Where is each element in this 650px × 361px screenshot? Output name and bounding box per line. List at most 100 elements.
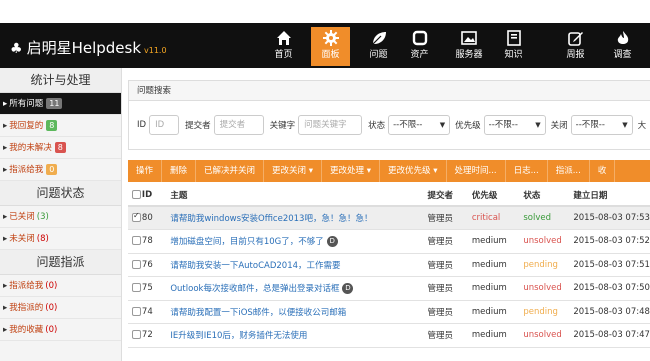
count-badge: 8 [46,120,58,131]
caret-right-icon: ▸ [3,99,8,109]
col-date[interactable]: 建立日期 [573,184,650,207]
sidebar-item-assign-0[interactable]: ▸ 指派给我 (0) [0,275,121,297]
cell-subject: IE升级到IE10后，财务插件无法使用 [170,323,428,348]
nav-label: 问题 [369,50,388,60]
sidebar-item-label: 指派给我 [9,165,44,175]
cell-subject: 请帮助我windows安装Office2013吧，急！急！急！ [170,206,428,230]
toolbar-button-1[interactable]: 删除 [162,160,197,182]
fire-icon [603,30,642,50]
cell-id: 78 [141,229,171,254]
cell-status: unsolved [523,276,574,301]
table-row[interactable]: 74 请帮助我配置一下iOS邮件，以便接收公司邮箱 管理员 medium pending… [128,300,650,324]
toolbar-button-9[interactable]: 收 [590,160,616,182]
closed-select[interactable]: --不限-- ▼ [570,115,633,135]
nav-7[interactable]: 调查 [603,27,642,66]
col-submitter[interactable]: 提交者 [427,184,472,207]
sidebar-item-stats-2[interactable]: ▸ 我的未解决 8 [0,137,121,159]
nav-4[interactable]: 服务器 [446,27,492,66]
toolbar-button-8[interactable]: 指派... [548,160,590,182]
issue-link[interactable]: 增加磁盘空间，目前只有10G了，不够了 [170,237,323,247]
cell-status: pending [523,300,574,324]
col-id[interactable]: ID [141,184,171,207]
count-text: (3) [36,212,49,222]
row-checkbox[interactable] [132,306,141,316]
sidebar-item-stats-3[interactable]: ▸ 指派给我 0 [0,159,121,181]
issue-link[interactable]: 请帮助我windows安装Office2013吧，急！急！急！ [170,214,372,224]
brand[interactable]: ♣ 启明星Helpdesk v11.0 [10,37,167,58]
sidebar-item-label: 所有问题 [9,99,44,109]
toolbar-button-7[interactable]: 日志... [506,160,548,182]
caret-right-icon: ▸ [3,212,8,222]
row-checkbox[interactable] [132,283,141,293]
cell-status: solved [523,206,574,230]
caret-right-icon: ▸ [3,143,8,153]
count-text: (0) [45,281,58,291]
sidebar-item-stats-0[interactable]: ▸ 所有问题 11 [0,93,121,115]
priority-select[interactable]: --不限-- ▼ [483,115,546,135]
sidebar-item-label: 我回复的 [9,121,44,131]
chevron-down-icon: ▼ [439,121,446,129]
table-header-row: ID 主题 提交者 优先级 状态 建立日期 [128,184,650,207]
count-text: (0) [45,303,58,313]
nav-2[interactable]: 问题 [359,27,398,66]
col-status[interactable]: 状态 [523,184,574,207]
sidebar-heading-status: 问题状态 [0,181,121,206]
sidebar-item-status-0[interactable]: ▸ 已关闭 (3) [0,206,121,228]
table-row[interactable]: 72 IE升级到IE10后，财务插件无法使用 管理员 medium unsolved 20… [128,323,650,348]
cell-status: unsolved [523,229,574,254]
sidebar-item-assign-2[interactable]: ▸ 我的收藏 (0) [0,319,121,341]
toolbar-button-5[interactable]: 更改优先级 ▾ [380,160,447,182]
issue-link[interactable]: 请帮助我安装一下AutoCAD2014，工作需要 [170,261,340,271]
keyword-input[interactable]: 问题关键字 [298,115,363,135]
cell-id: 75 [141,276,171,301]
caret-right-icon: ▸ [3,325,8,335]
cell-priority: medium [471,253,524,277]
nav-5[interactable]: 知识 [494,27,533,66]
toolbar-button-0: 操作 [128,160,163,182]
row-checkbox[interactable] [132,259,141,269]
cell-submitter: 管理员 [427,229,472,254]
table-row[interactable]: 76 请帮助我安装一下AutoCAD2014，工作需要 管理员 medium pendi… [128,253,650,277]
row-checkbox[interactable] [132,211,141,222]
toolbar-button-4[interactable]: 更改处理 ▾ [322,160,381,182]
issue-link[interactable]: 请帮助我配置一下iOS邮件，以便接收公司邮箱 [170,308,346,318]
submitter-input[interactable]: 提交者 [213,115,264,135]
row-checkbox[interactable] [132,330,141,340]
cell-id: 76 [141,253,171,277]
cell-priority: medium [471,323,524,348]
nav-1[interactable]: 面板 [311,27,350,66]
toolbar-button-3[interactable]: 更改关闭 ▾ [264,160,323,182]
count-badge: 8 [54,142,66,153]
status-select[interactable]: --不限-- ▼ [388,115,451,135]
sidebar-heading-assign: 问题指派 [0,250,121,275]
sidebar-item-stats-1[interactable]: ▸ 我回复的 8 [0,115,121,137]
table-row[interactable]: 80请帮助我windows安装Office2013吧，急！急！急！ 管理员crit… [128,206,650,230]
nav-0[interactable]: 首页 [264,27,303,66]
main-content: 问题搜索 ID ID 提交者 提交者 关键字 问题关键字 状态 --不限-- ▼ 优先级 --不限-… [128,68,650,361]
cell-priority: medium [471,276,524,301]
toolbar-button-6[interactable]: 处理时间... [447,160,506,182]
d-badge-icon: D [342,283,354,295]
sidebar-item-assign-1[interactable]: ▸ 我指派的 (0) [0,297,121,319]
cell-id: 74 [141,300,171,324]
cell-submitter: 管理员 [427,323,472,348]
issue-link[interactable]: IE升级到IE10后，财务插件无法使用 [170,331,307,341]
d-badge-icon: D [326,236,338,248]
col-subject[interactable]: 主题 [170,184,428,207]
row-checkbox[interactable] [132,236,141,246]
issue-link[interactable]: Outlook每次接收邮件，总是弹出登录对话框 [170,284,339,294]
sidebar-item-status-1[interactable]: ▸ 未关闭 (8) [0,228,121,250]
chevron-down-icon: ▼ [622,121,628,129]
trailing-label: 大 [637,121,647,131]
table-row[interactable]: 78 增加磁盘空间，目前只有10G了，不够了 D 管理员 medium unsolved 2… [128,229,650,254]
nav-6[interactable]: 周报 [556,27,595,66]
col-priority[interactable]: 优先级 [471,184,524,207]
toolbar-button-2[interactable]: 已解决并关闭 [196,160,265,182]
cell-status: unsolved [523,323,574,348]
select-all-checkbox[interactable] [132,189,141,199]
nav-3[interactable]: 资产 [400,27,439,66]
action-toolbar: 操作 删除 已解决并关闭 更改关闭 ▾ 更改处理 ▾ 更改优先级 ▾ 处理时间... 日志..… [128,160,650,182]
cell-date: 2015-08-03 07:48 [573,300,650,324]
id-input[interactable]: ID [149,115,180,135]
table-row[interactable]: 75 Outlook每次接收邮件，总是弹出登录对话框 D 管理员 medium unsol… [128,276,650,301]
